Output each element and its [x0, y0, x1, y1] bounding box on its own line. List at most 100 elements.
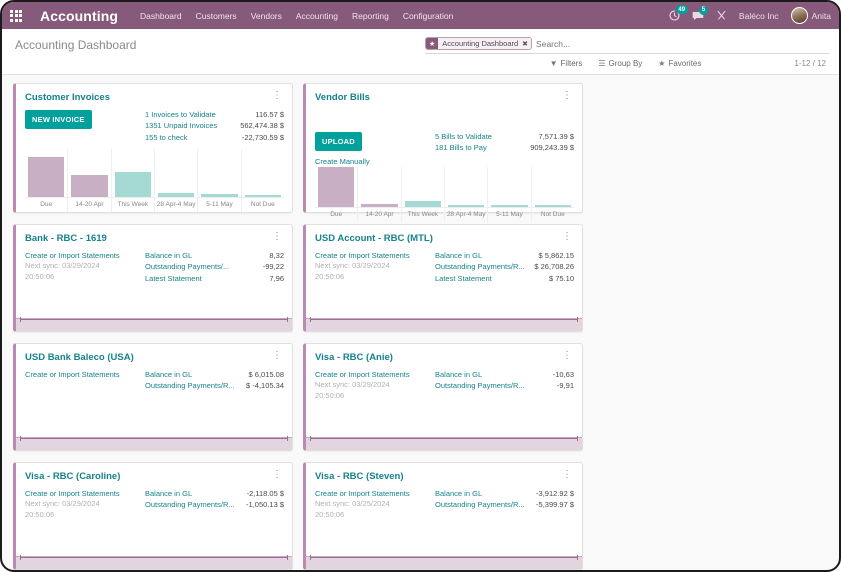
- kebab-menu-icon[interactable]: ⋮: [560, 232, 574, 242]
- figure-row[interactable]: Balance in GL -2,118.05 $: [145, 488, 284, 499]
- close-icon[interactable]: ✖: [522, 38, 532, 49]
- figure-row[interactable]: Outstanding Payments/R... -9,91: [435, 380, 574, 391]
- figure-label[interactable]: Outstanding Payments/R...: [145, 499, 235, 510]
- card-title[interactable]: USD Bank Baleco (USA): [25, 352, 134, 363]
- menu-item-reporting[interactable]: Reporting: [352, 11, 389, 21]
- kebab-menu-icon[interactable]: ⋮: [560, 91, 574, 101]
- figure-label[interactable]: Outstanding Payments/R...: [435, 380, 525, 391]
- figure-label[interactable]: Balance in GL: [435, 250, 482, 261]
- journal-card-visa-rbc-anie[interactable]: Visa - RBC (Anie) ⋮ Create or Import State…: [303, 343, 583, 451]
- card-title[interactable]: Customer Invoices: [25, 92, 110, 103]
- journal-card-visa-rbc-steven[interactable]: Visa - RBC (Steven) ⋮ Create or Import Sta…: [303, 462, 583, 570]
- menu-item-accounting[interactable]: Accounting: [296, 11, 338, 21]
- chart-column[interactable]: [242, 149, 284, 197]
- figure-label[interactable]: 181 Bills to Pay: [435, 142, 487, 153]
- activities-button[interactable]: 49: [669, 5, 688, 21]
- apps-grid-icon[interactable]: [2, 2, 30, 29]
- figure-row[interactable]: Balance in GL $ 6,015.08: [145, 369, 284, 380]
- figure-row[interactable]: Outstanding Payments/... -99,22: [145, 261, 284, 272]
- menu-item-dashboard[interactable]: Dashboard: [140, 11, 182, 21]
- pager[interactable]: 1-12 / 12: [794, 59, 826, 68]
- statement-timeline[interactable]: [306, 436, 582, 450]
- search-input[interactable]: [536, 38, 829, 49]
- figure-label[interactable]: 155 to check: [145, 132, 188, 143]
- figure-row[interactable]: Balance in GL -3,912.92 $: [435, 488, 574, 499]
- chart-column[interactable]: [532, 167, 574, 208]
- chart-bar[interactable]: [71, 175, 108, 197]
- menu-item-customers[interactable]: Customers: [196, 11, 237, 21]
- card-title[interactable]: Visa - RBC (Caroline): [25, 471, 120, 482]
- chart-bar[interactable]: [28, 157, 65, 197]
- create-import-statements-link[interactable]: Create or Import Statements: [25, 488, 145, 499]
- figure-row[interactable]: 1 Invoices to Validate 116.57 $: [145, 109, 284, 120]
- create-import-statements-link[interactable]: Create or Import Statements: [25, 250, 145, 261]
- primary-action-button[interactable]: UPLOAD: [315, 132, 362, 151]
- statement-timeline[interactable]: [16, 555, 292, 569]
- create-manually-link[interactable]: Create Manually: [315, 156, 435, 167]
- filters-button[interactable]: ▼ Filters: [550, 59, 583, 68]
- figure-label[interactable]: Latest Statement: [145, 273, 202, 284]
- favorites-button[interactable]: ★ Favorites: [658, 59, 701, 68]
- figure-row[interactable]: Balance in GL -10,63: [435, 369, 574, 380]
- user-menu[interactable]: Anita: [790, 7, 831, 24]
- figure-row[interactable]: Outstanding Payments/R... $ 26,708.26: [435, 261, 574, 272]
- chart-bar[interactable]: [114, 172, 151, 197]
- figure-row[interactable]: 1351 Unpaid Invoices 562,474.38 $: [145, 120, 284, 131]
- figure-row[interactable]: Balance in GL 8,32: [145, 250, 284, 261]
- messages-button[interactable]: 5: [692, 5, 708, 21]
- figure-row[interactable]: Balance in GL $ 5,862.15: [435, 250, 574, 261]
- chart-column[interactable]: [488, 167, 532, 208]
- figure-label[interactable]: 1351 Unpaid Invoices: [145, 120, 217, 131]
- figure-row[interactable]: Latest Statement $ 75.10: [435, 273, 574, 284]
- groupby-button[interactable]: ☰ Group By: [598, 59, 642, 68]
- search-facet[interactable]: ★ Accounting Dashboard ✖: [425, 37, 533, 50]
- create-import-statements-link[interactable]: Create or Import Statements: [25, 369, 145, 380]
- journal-card-bank-rbc-1619[interactable]: Bank - RBC - 1619 ⋮ Create or Import State…: [13, 224, 293, 332]
- card-title[interactable]: Visa - RBC (Steven): [315, 471, 404, 482]
- scissors-icon[interactable]: [716, 10, 727, 21]
- kebab-menu-icon[interactable]: ⋮: [270, 91, 284, 101]
- figure-row[interactable]: 155 to check -22,730.59 $: [145, 132, 284, 143]
- figure-row[interactable]: Outstanding Payments/R... -1,050.13 $: [145, 499, 284, 510]
- figure-label[interactable]: Balance in GL: [145, 369, 192, 380]
- menu-item-vendors[interactable]: Vendors: [251, 11, 282, 21]
- kebab-menu-icon[interactable]: ⋮: [270, 470, 284, 480]
- card-title[interactable]: Bank - RBC - 1619: [25, 233, 107, 244]
- figure-row[interactable]: 181 Bills to Pay 909,243.39 $: [435, 142, 574, 153]
- kebab-menu-icon[interactable]: ⋮: [270, 351, 284, 361]
- figure-label[interactable]: Balance in GL: [435, 488, 482, 499]
- figure-row[interactable]: Latest Statement 7,96: [145, 273, 284, 284]
- card-title[interactable]: Visa - RBC (Anie): [315, 352, 393, 363]
- chart-column[interactable]: [25, 149, 69, 197]
- chart-column[interactable]: [68, 149, 112, 197]
- chart-column[interactable]: [402, 167, 445, 208]
- journal-card-usd-bank-baleco-usa[interactable]: USD Bank Baleco (USA) ⋮ Create or Import S…: [13, 343, 293, 451]
- statement-timeline[interactable]: [306, 317, 582, 331]
- chart-column[interactable]: [155, 149, 199, 197]
- figure-label[interactable]: Balance in GL: [435, 369, 482, 380]
- figure-row[interactable]: Outstanding Payments/R... -5,399.97 $: [435, 499, 574, 510]
- figure-row[interactable]: Outstanding Payments/R... $ -4,105.34: [145, 380, 284, 391]
- figure-row[interactable]: 5 Bills to Validate 7,571.39 $: [435, 131, 574, 142]
- chart-bar[interactable]: [318, 167, 355, 208]
- aging-bar-chart[interactable]: [25, 149, 284, 197]
- figure-label[interactable]: 5 Bills to Validate: [435, 131, 492, 142]
- figure-label[interactable]: Balance in GL: [145, 250, 192, 261]
- journal-card-usd-account-rbc-mtl[interactable]: USD Account - RBC (MTL) ⋮ Create or Import…: [303, 224, 583, 332]
- kebab-menu-icon[interactable]: ⋮: [560, 351, 574, 361]
- company-switcher[interactable]: Baléco Inc: [739, 11, 779, 21]
- app-brand-title[interactable]: Accounting: [40, 8, 118, 24]
- chart-column[interactable]: [198, 149, 242, 197]
- journal-card-customer-invoices[interactable]: Customer Invoices ⋮ NEW INVOICE 1 Invoices …: [13, 83, 293, 213]
- aging-bar-chart[interactable]: [315, 167, 574, 208]
- create-import-statements-link[interactable]: Create or Import Statements: [315, 369, 435, 380]
- statement-timeline[interactable]: [16, 436, 292, 450]
- statement-timeline[interactable]: [306, 555, 582, 569]
- search-bar[interactable]: ★ Accounting Dashboard ✖: [425, 37, 829, 54]
- card-title[interactable]: USD Account - RBC (MTL): [315, 233, 433, 244]
- card-title[interactable]: Vendor Bills: [315, 92, 370, 103]
- kebab-menu-icon[interactable]: ⋮: [270, 232, 284, 242]
- create-import-statements-link[interactable]: Create or Import Statements: [315, 250, 435, 261]
- chart-column[interactable]: [445, 167, 489, 208]
- figure-label[interactable]: Outstanding Payments/R...: [435, 499, 525, 510]
